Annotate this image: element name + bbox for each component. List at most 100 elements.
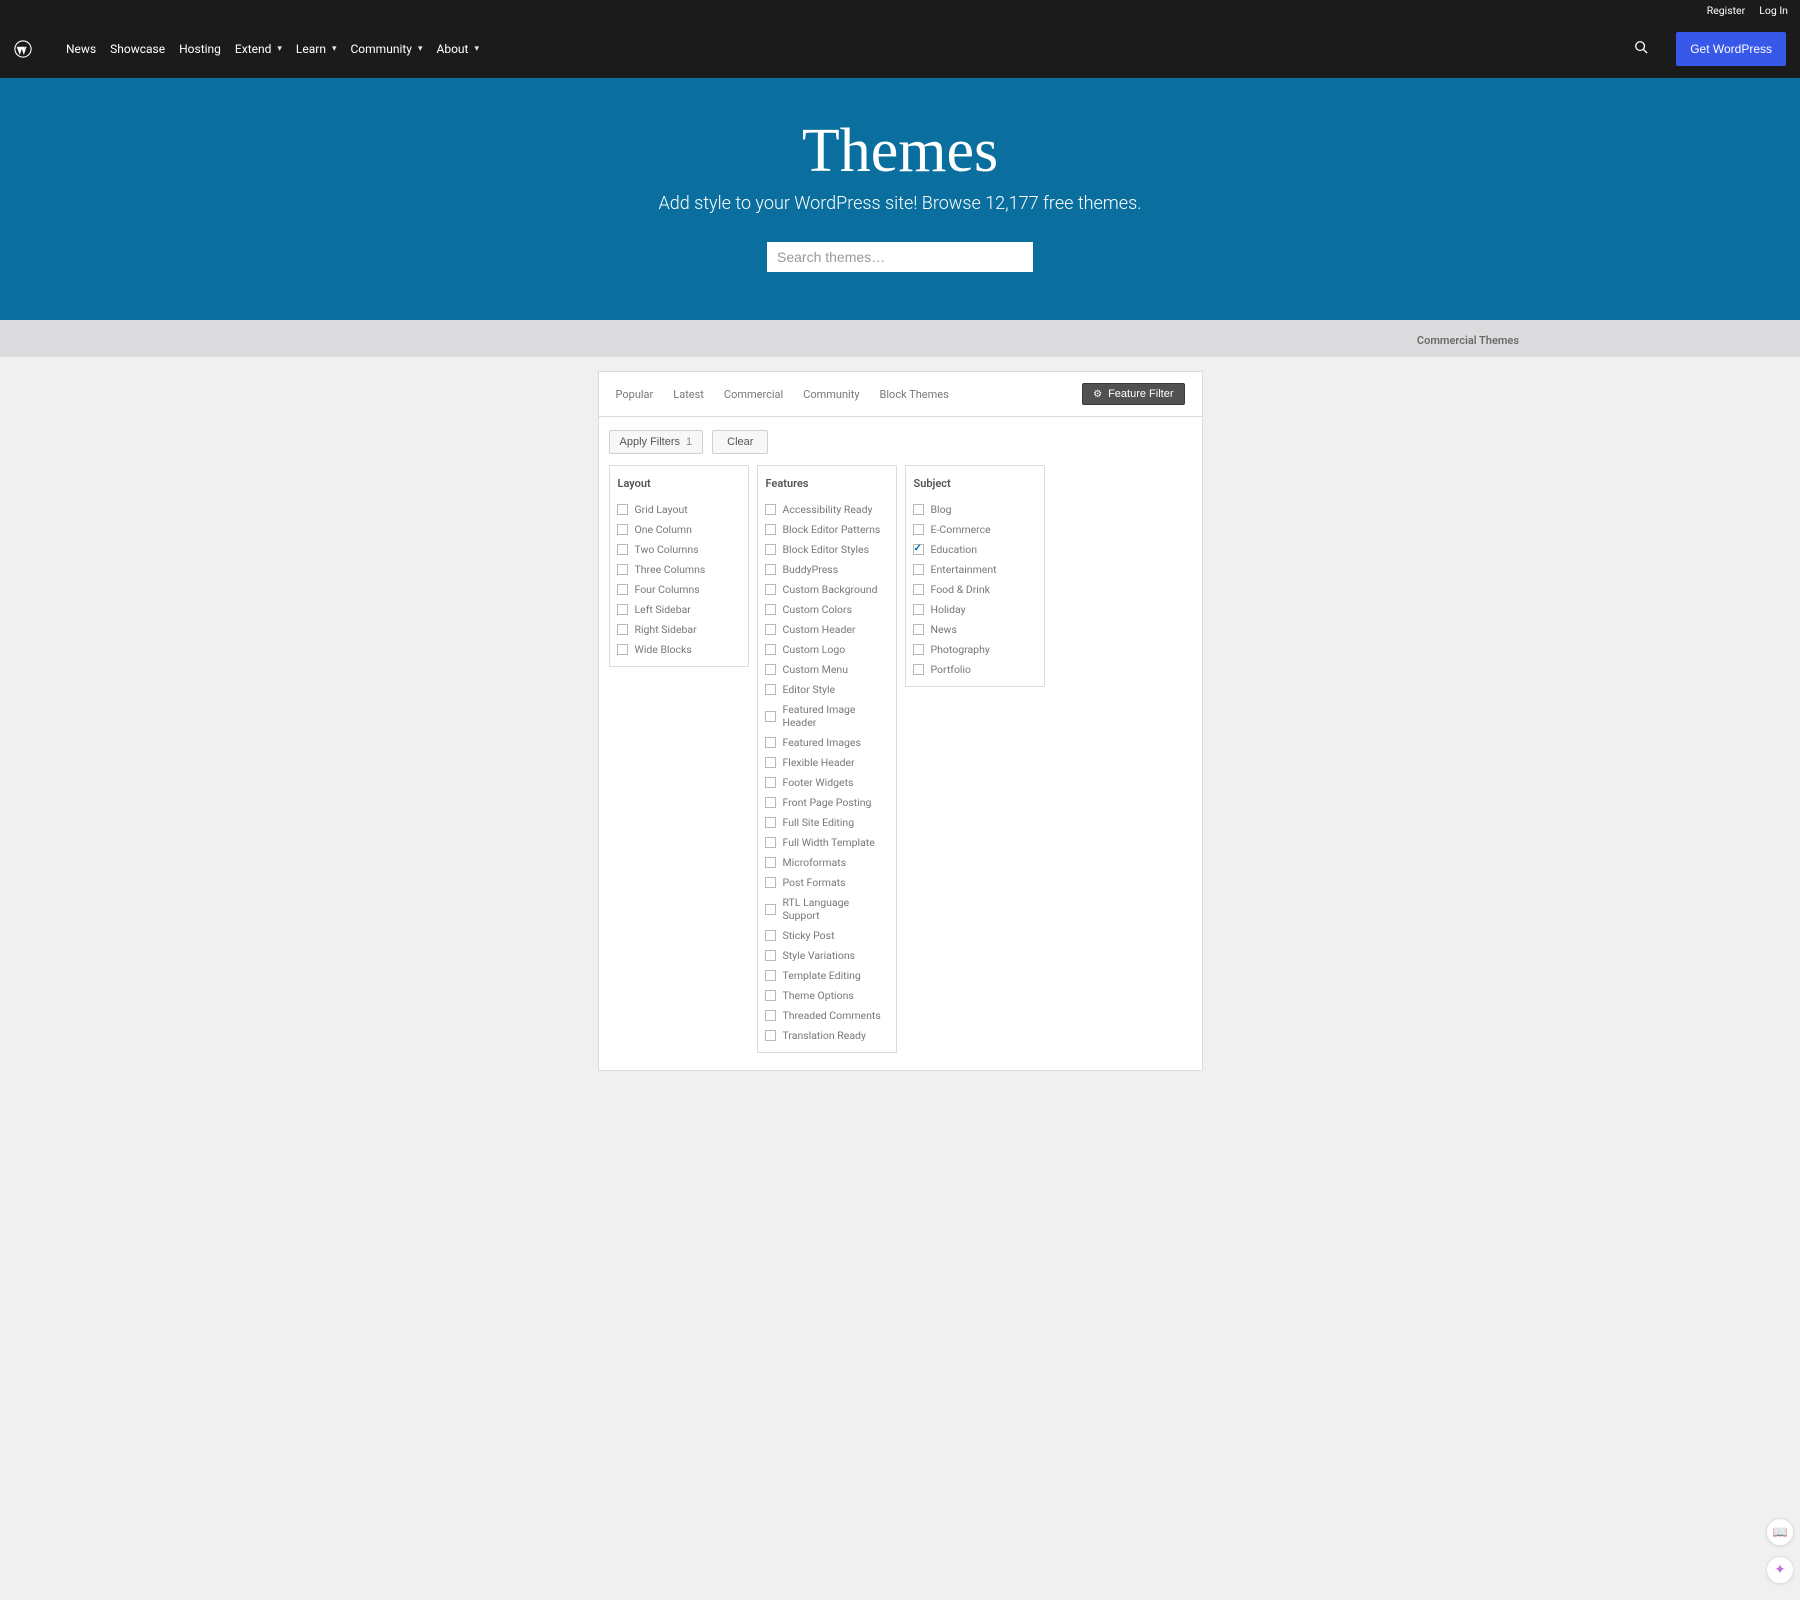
checkbox[interactable] xyxy=(913,524,924,535)
filter-label[interactable]: RTL Language Support xyxy=(783,896,889,922)
filter-item[interactable]: Custom Colors xyxy=(765,603,889,616)
tab-block-themes[interactable]: Block Themes xyxy=(880,388,949,401)
checkbox[interactable] xyxy=(765,524,776,535)
filter-item[interactable]: Footer Widgets xyxy=(765,776,889,789)
checkbox[interactable] xyxy=(913,564,924,575)
filter-label[interactable]: Two Columns xyxy=(635,543,699,556)
filter-label[interactable]: Featured Images xyxy=(783,736,861,749)
filter-label[interactable]: Left Sidebar xyxy=(635,603,691,616)
filter-label[interactable]: Flexible Header xyxy=(783,756,855,769)
search-input[interactable] xyxy=(767,242,1033,272)
filter-label[interactable]: Entertainment xyxy=(931,563,997,576)
checkbox[interactable] xyxy=(765,544,776,555)
filter-item[interactable]: News xyxy=(913,623,1037,636)
filter-item[interactable]: Flexible Header xyxy=(765,756,889,769)
filter-item[interactable]: BuddyPress xyxy=(765,563,889,576)
filter-label[interactable]: BuddyPress xyxy=(783,563,839,576)
checkbox[interactable] xyxy=(765,877,776,888)
nav-learn[interactable]: Learn▾ xyxy=(296,42,337,56)
checkbox[interactable] xyxy=(617,564,628,575)
checkbox[interactable] xyxy=(765,624,776,635)
checkbox[interactable] xyxy=(765,930,776,941)
register-link[interactable]: Register xyxy=(1707,4,1745,17)
checkbox[interactable] xyxy=(913,644,924,655)
filter-label[interactable]: Education xyxy=(931,543,978,556)
checkbox[interactable] xyxy=(913,584,924,595)
checkbox[interactable] xyxy=(765,990,776,1001)
feature-filter-button[interactable]: ⚙ Feature Filter xyxy=(1082,383,1184,405)
filter-item[interactable]: Editor Style xyxy=(765,683,889,696)
apply-filters-button[interactable]: Apply Filters 1 xyxy=(609,430,704,454)
filter-label[interactable]: Custom Logo xyxy=(783,643,846,656)
nav-hosting[interactable]: Hosting xyxy=(179,42,221,56)
login-link[interactable]: Log In xyxy=(1759,4,1788,17)
nav-news[interactable]: News xyxy=(66,42,96,56)
filter-label[interactable]: Editor Style xyxy=(783,683,836,696)
checkbox[interactable] xyxy=(765,817,776,828)
checkbox[interactable] xyxy=(765,504,776,515)
checkbox[interactable] xyxy=(617,644,628,655)
filter-label[interactable]: Template Editing xyxy=(783,969,861,982)
checkbox[interactable] xyxy=(617,524,628,535)
checkbox[interactable] xyxy=(765,664,776,675)
filter-label[interactable]: Wide Blocks xyxy=(635,643,692,656)
filter-item[interactable]: Sticky Post xyxy=(765,929,889,942)
checkbox[interactable] xyxy=(913,544,924,555)
filter-label[interactable]: Right Sidebar xyxy=(635,623,697,636)
filter-label[interactable]: Photography xyxy=(931,643,990,656)
checkbox[interactable] xyxy=(765,684,776,695)
assistant-button[interactable]: ✦ xyxy=(1766,1556,1794,1584)
checkbox[interactable] xyxy=(765,604,776,615)
filter-item[interactable]: Post Formats xyxy=(765,876,889,889)
filter-item[interactable]: Right Sidebar xyxy=(617,623,741,636)
filter-label[interactable]: Translation Ready xyxy=(783,1029,866,1042)
filter-label[interactable]: Holiday xyxy=(931,603,966,616)
filter-item[interactable]: Portfolio xyxy=(913,663,1037,676)
checkbox[interactable] xyxy=(765,644,776,655)
filter-label[interactable]: Theme Options xyxy=(783,989,854,1002)
filter-item[interactable]: Template Editing xyxy=(765,969,889,982)
filter-item[interactable]: Education xyxy=(913,543,1037,556)
checkbox[interactable] xyxy=(765,837,776,848)
filter-label[interactable]: Custom Menu xyxy=(783,663,849,676)
filter-label[interactable]: Front Page Posting xyxy=(783,796,872,809)
checkbox[interactable] xyxy=(617,584,628,595)
filter-item[interactable]: One Column xyxy=(617,523,741,536)
checkbox[interactable] xyxy=(765,711,776,722)
checkbox[interactable] xyxy=(765,1030,776,1041)
filter-label[interactable]: Block Editor Styles xyxy=(783,543,870,556)
filter-label[interactable]: Sticky Post xyxy=(783,929,835,942)
filter-label[interactable]: Accessibility Ready xyxy=(783,503,873,516)
filter-item[interactable]: Food & Drink xyxy=(913,583,1037,596)
filter-item[interactable]: Full Site Editing xyxy=(765,816,889,829)
filter-item[interactable]: Block Editor Styles xyxy=(765,543,889,556)
filter-item[interactable]: Holiday xyxy=(913,603,1037,616)
filter-label[interactable]: Grid Layout xyxy=(635,503,688,516)
checkbox[interactable] xyxy=(913,664,924,675)
filter-item[interactable]: Block Editor Patterns xyxy=(765,523,889,536)
filter-label[interactable]: Microformats xyxy=(783,856,847,869)
tab-commercial[interactable]: Commercial xyxy=(724,388,783,401)
checkbox[interactable] xyxy=(913,504,924,515)
filter-label[interactable]: Custom Colors xyxy=(783,603,853,616)
nav-community[interactable]: Community▾ xyxy=(351,42,423,56)
filter-label[interactable]: Post Formats xyxy=(783,876,846,889)
filter-item[interactable]: Four Columns xyxy=(617,583,741,596)
filter-item[interactable]: Custom Menu xyxy=(765,663,889,676)
checkbox[interactable] xyxy=(765,950,776,961)
filter-item[interactable]: Grid Layout xyxy=(617,503,741,516)
tab-popular[interactable]: Popular xyxy=(616,388,654,401)
tab-latest[interactable]: Latest xyxy=(673,388,704,401)
filter-item[interactable]: Featured Images xyxy=(765,736,889,749)
filter-label[interactable]: Full Width Template xyxy=(783,836,875,849)
filter-label[interactable]: Food & Drink xyxy=(931,583,990,596)
filter-item[interactable]: Full Width Template xyxy=(765,836,889,849)
get-wordpress-button[interactable]: Get WordPress xyxy=(1676,32,1786,66)
wordpress-logo-icon[interactable] xyxy=(14,40,32,58)
filter-label[interactable]: Block Editor Patterns xyxy=(783,523,881,536)
filter-label[interactable]: Custom Header xyxy=(783,623,856,636)
tab-community[interactable]: Community xyxy=(803,388,859,401)
filter-item[interactable]: E-Commerce xyxy=(913,523,1037,536)
checkbox[interactable] xyxy=(765,1010,776,1021)
filter-label[interactable]: Custom Background xyxy=(783,583,878,596)
